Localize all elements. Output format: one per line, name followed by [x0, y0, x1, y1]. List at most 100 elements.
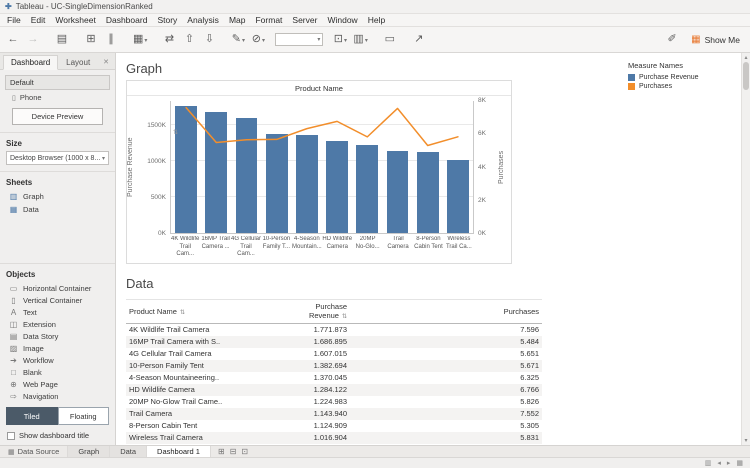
- new-dashboard-tab-icon[interactable]: ⊟: [230, 447, 237, 456]
- legend-item-purchase-revenue[interactable]: Purchase Revenue: [628, 73, 723, 82]
- left-axis-title[interactable]: Purchase Revenue: [127, 101, 140, 234]
- new-story-tab-icon[interactable]: ⊡: [241, 447, 248, 456]
- plot-area[interactable]: ⇅: [170, 101, 474, 234]
- object-item-vertical-container[interactable]: ▯ Vertical Container: [0, 294, 115, 306]
- menu-dashboard[interactable]: Dashboard: [106, 15, 148, 25]
- highlight-icon[interactable]: ✎▾: [231, 34, 245, 45]
- table-row[interactable]: 10-Person Family Tent 1.382.694 5.671: [126, 359, 542, 372]
- next-sheet-icon[interactable]: ▸: [727, 459, 731, 467]
- divider: [0, 132, 115, 133]
- data-source-tab[interactable]: ▦ Data Source: [0, 446, 69, 457]
- menu-help[interactable]: Help: [368, 15, 385, 25]
- dashboard-pane: Dashboard Layout ✕ Default ▯ Phone Devic…: [0, 53, 116, 445]
- new-worksheet-tab-icon[interactable]: ⊞: [218, 447, 225, 456]
- show-filmstrip-icon[interactable]: ▥: [705, 459, 712, 467]
- share-icon[interactable]: ↗: [412, 34, 426, 45]
- previous-sheet-icon[interactable]: ◂: [717, 459, 721, 467]
- sheet-tab-data[interactable]: Data: [110, 446, 148, 457]
- scroll-thumb[interactable]: [743, 62, 749, 90]
- scroll-up-icon[interactable]: ▴: [742, 54, 750, 61]
- table-row[interactable]: 4-Season Mountaineering.. 1.370.045 6.325: [126, 372, 542, 384]
- show-cards-icon[interactable]: ▥▾: [353, 34, 367, 45]
- close-pane-icon[interactable]: ✕: [103, 58, 112, 69]
- object-item-image[interactable]: ▨ Image: [0, 342, 115, 354]
- object-item-navigation[interactable]: ⇨ Navigation: [0, 390, 115, 402]
- axis-sort-indicator-icon[interactable]: ⇅: [173, 129, 178, 136]
- object-item-horizontal-container[interactable]: ▭ Horizontal Container: [0, 282, 115, 294]
- sheet-tab-graph[interactable]: Graph: [68, 446, 111, 457]
- clear-sheet-icon[interactable]: ⊘▾: [251, 34, 265, 45]
- sort-icon[interactable]: ⇅: [180, 310, 185, 316]
- object-item-web-page[interactable]: ⊕ Web Page: [0, 378, 115, 390]
- vertical-scrollbar[interactable]: ▴ ▾: [741, 53, 750, 445]
- sort-icon[interactable]: ⇅: [342, 314, 347, 320]
- status-right-icons: ▥ ◂ ▸ ▦: [705, 459, 746, 467]
- show-me-button[interactable]: ▦ Show Me: [687, 32, 744, 47]
- menu-window[interactable]: Window: [327, 15, 357, 25]
- menu-map[interactable]: Map: [229, 15, 246, 25]
- sheet-item-data[interactable]: ▦ Data: [0, 203, 115, 216]
- toolbar-combobox[interactable]: ▾: [275, 33, 324, 46]
- device-default-item[interactable]: Default: [5, 75, 110, 90]
- tab-layout[interactable]: Layout: [59, 56, 97, 69]
- table-row[interactable]: 4G Cellular Trail Camera 1.607.015 5.651: [126, 348, 542, 360]
- tiled-button[interactable]: Tiled: [6, 407, 58, 425]
- save-icon[interactable]: ▤: [55, 34, 69, 45]
- menu-file[interactable]: File: [7, 15, 21, 25]
- column-header-purchase-revenue[interactable]: Purchase Revenue ⇅: [278, 299, 350, 324]
- show-dashboard-title-label: Show dashboard title: [19, 431, 90, 440]
- format-workbook-icon[interactable]: ✐: [665, 34, 679, 45]
- menu-story[interactable]: Story: [157, 15, 177, 25]
- table-row[interactable]: Wireless Trail Camera 1.016.904 5.831: [126, 431, 542, 444]
- menu-server[interactable]: Server: [292, 15, 317, 25]
- left-axis-ticks[interactable]: 0K 500K 1000K 1500K: [140, 101, 170, 237]
- sheet-tab-dashboard-1[interactable]: Dashboard 1: [147, 446, 211, 457]
- sort-ascending-icon[interactable]: ⇧: [182, 34, 196, 45]
- forward-arrow-icon[interactable]: →: [26, 34, 40, 45]
- menu-edit[interactable]: Edit: [31, 15, 46, 25]
- menu-format[interactable]: Format: [255, 15, 282, 25]
- floating-button[interactable]: Floating: [57, 407, 109, 425]
- column-header-product-name[interactable]: Product Name ⇅: [126, 299, 278, 324]
- add-data-source-icon[interactable]: ⊞: [84, 34, 98, 45]
- table-row[interactable]: 8-Person Cabin Tent 1.124.909 5.305: [126, 420, 542, 432]
- tab-dashboard[interactable]: Dashboard: [3, 55, 59, 70]
- table-row[interactable]: 4K Wildlife Trail Camera 1.771.873 7.596: [126, 323, 542, 336]
- pane-spacer: [0, 216, 115, 261]
- legend-item-purchases[interactable]: Purchases: [628, 82, 723, 91]
- show-dashboard-title-checkbox[interactable]: [7, 431, 15, 440]
- extension-icon: ◫: [9, 319, 18, 329]
- table-row[interactable]: 20MP No-Glow Trail Came.. 1.224.983 5.826: [126, 396, 542, 408]
- graph-sheet[interactable]: Product Name Purchase Revenue 0K 500K 1000…: [126, 80, 512, 264]
- column-header-purchases[interactable]: Purchases: [350, 299, 542, 324]
- object-item-extension[interactable]: ◫ Extension: [0, 318, 115, 330]
- right-axis-ticks[interactable]: 0K 2K 4K 6K 8K: [474, 97, 498, 237]
- device-preview-button[interactable]: Device Preview: [12, 108, 103, 125]
- sheet-sorter-icon[interactable]: ▦: [736, 459, 743, 467]
- device-phone-item[interactable]: ▯ Phone: [12, 93, 110, 102]
- pause-updates-icon[interactable]: ∥: [104, 34, 118, 45]
- table-row[interactable]: 16MP Trail Camera with S.. 1.686.895 5.484: [126, 335, 542, 348]
- size-dropdown[interactable]: Desktop Browser (1000 x 8... ▾: [6, 151, 109, 165]
- x-axis-label: 10-Person Family T...: [262, 236, 291, 250]
- table-row[interactable]: Trail Camera 1.143.940 7.552: [126, 407, 542, 420]
- sheet-item-graph[interactable]: ▥ Graph: [0, 190, 115, 203]
- blank-icon: □: [11, 367, 16, 377]
- object-item-blank[interactable]: □ Blank: [0, 366, 115, 378]
- object-item-text[interactable]: A Text: [0, 306, 115, 318]
- object-item-workflow[interactable]: ➔ Workflow: [0, 354, 115, 366]
- object-item-data-story[interactable]: ▤ Data Story: [0, 330, 115, 342]
- tableau-window: ✚ Tableau - UC-SingleDimensionRanked Fil…: [0, 0, 750, 468]
- table-row[interactable]: HD Wildlife Camera 1.284.122 6.766: [126, 383, 542, 396]
- menu-analysis[interactable]: Analysis: [187, 15, 219, 25]
- right-axis-title[interactable]: Purchases: [498, 101, 511, 234]
- chart-title[interactable]: Product Name: [127, 81, 511, 96]
- fit-selector-icon[interactable]: ⊡▾: [333, 34, 347, 45]
- swap-axes-icon[interactable]: ⇄: [162, 34, 176, 45]
- back-arrow-icon[interactable]: ←: [6, 34, 20, 45]
- menu-worksheet[interactable]: Worksheet: [55, 15, 95, 25]
- sort-descending-icon[interactable]: ⇩: [202, 34, 216, 45]
- new-worksheet-icon[interactable]: ▦▾: [133, 34, 147, 45]
- presentation-mode-icon[interactable]: ▭: [383, 34, 397, 45]
- scroll-down-icon[interactable]: ▾: [742, 437, 750, 444]
